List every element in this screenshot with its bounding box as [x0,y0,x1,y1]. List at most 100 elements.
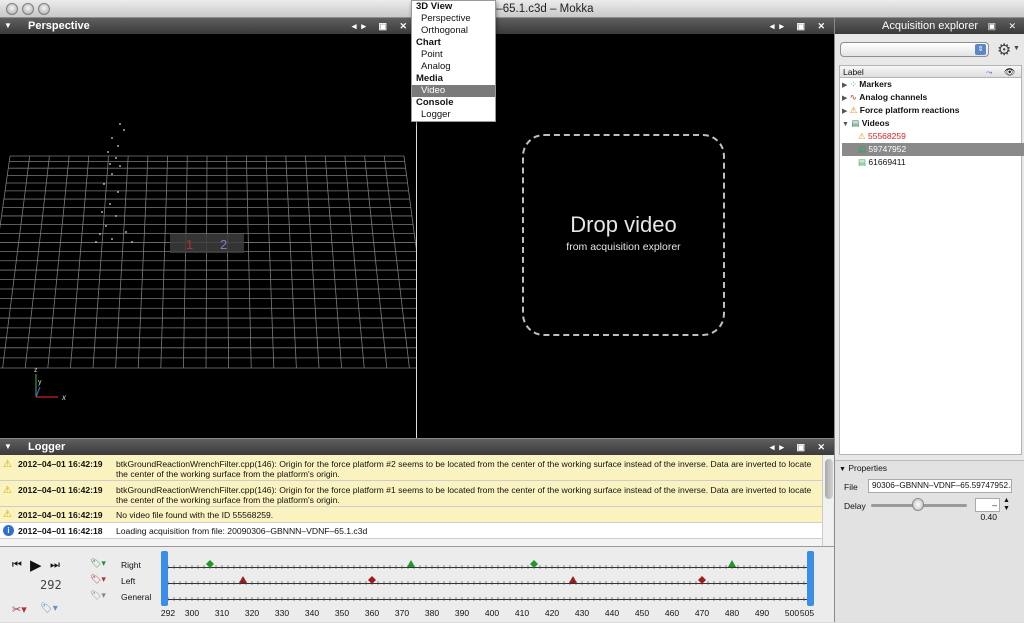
log-row[interactable]: ⚠ 2012–04–01 16:42:19 btkGroundReactionW… [0,481,822,507]
properties-header[interactable]: ▼ Properties [839,463,887,473]
frame-tick-label: 292 [160,608,176,618]
frame-tick-label: 410 [514,608,530,618]
force-platform [170,234,244,253]
zoom-window-icon[interactable] [38,3,50,15]
tree-item-videos[interactable]: ▼ ▤ Videos [842,117,1024,130]
menu-item-logger[interactable]: Logger [412,109,495,121]
gait-event-marker[interactable] [569,576,577,583]
delay-spinbox[interactable]: –0.40 [975,498,1000,522]
dock-menu-icon[interactable]: ▼ [4,439,12,455]
file-label: File [844,482,858,492]
frame-tick-label: 480 [724,608,740,618]
frame-tick-label: 390 [454,608,470,618]
file-field[interactable]: 90306–GBNNN–VDNF–65.59747952.avi [868,479,1012,493]
floor-grid [0,155,416,369]
logger-title: Logger [28,441,66,453]
acquisition-explorer-panel: Acquisition explorer ▣ ✕ ⇕ ⚙ ▼ Label ⤳ 👁… [834,18,1024,622]
menu-item-orthogonal[interactable]: Orthogonal [412,25,495,37]
menu-item-analog[interactable]: Analog [412,61,495,73]
tree-item-markers[interactable]: ▶ ⁘ Markers [842,78,1024,91]
dock-buttons[interactable]: ◂▸ ▣ ✕ [770,18,830,34]
frame-tick-label: 460 [664,608,680,618]
scrollbar-thumb[interactable] [825,459,833,499]
gait-event-marker[interactable] [407,560,415,567]
frame-tick-label: 400 [484,608,500,618]
frame-tick-label: 450 [634,608,650,618]
film-icon: ▤ [858,157,867,167]
frame-tick-label: 440 [604,608,620,618]
axis-y-label: y [38,379,42,386]
minimize-window-icon[interactable] [22,3,34,15]
frame-tick-label: 420 [544,608,560,618]
perspective-viewport[interactable]: 1 2 z y x [0,34,416,438]
video-warning-icon: ⚠ [858,131,866,141]
gait-event-marker[interactable] [206,560,214,568]
log-row[interactable]: i 2012–04–01 16:42:18 Loading acquisitio… [0,523,822,539]
analog-icon: ∿ [849,92,857,102]
force-platform-2-label: 2 [220,237,227,252]
frame-tick-label: 360 [364,608,380,618]
explorer-title: Acquisition explorer [882,20,978,32]
frame-tick-label: 470 [694,608,710,618]
menu-heading-chart: Chart [416,37,441,48]
force-platform-1-label: 1 [186,237,193,252]
close-window-icon[interactable] [6,3,18,15]
tree-item-video-61669411[interactable]: ▤ 61669411 [842,156,1024,169]
perspective-panel: ▼ Perspective ◂▸ ▣ ✕ 1 2 z y x [0,18,416,438]
frame-tick-label: 310 [214,608,230,618]
delay-label: Delay [844,501,866,511]
warning-icon: ⚠ [3,509,12,520]
axis-z-label: z [34,367,38,374]
acquisition-select[interactable]: ⇕ [840,42,989,57]
gait-event-marker[interactable] [728,560,736,567]
axis-gizmo: z y x [34,367,67,402]
menu-heading-console: Console [416,97,454,108]
tree-item-force-platform-reactions[interactable]: ▶ ⚠ Force platform reactions [842,104,1024,117]
frame-tick-label: 340 [304,608,320,618]
logger-scrollbar[interactable] [822,455,834,547]
properties-splitter[interactable] [835,455,1024,459]
perspective-dock-bar: ▼ Perspective ◂▸ ▣ ✕ [0,18,416,34]
warning-icon: ⚠ [3,485,12,496]
menu-heading-3d-view: 3D View [416,1,453,12]
dock-buttons[interactable]: ◂▸ ▣ ✕ [352,18,412,34]
gear-icon[interactable]: ⚙ [997,40,1011,60]
dock-menu-icon[interactable]: ▼ [4,18,12,34]
video-icon: ▤ [851,118,860,128]
delay-slider-handle[interactable] [912,498,924,511]
menu-item-video[interactable]: Video [412,85,495,97]
tree-item-video-59747952[interactable]: ▤ 59747952 [842,143,1024,156]
log-row[interactable]: ⚠ 2012–04–01 16:42:19 btkGroundReactionW… [0,455,822,481]
logger-dock-bar: ▼ Logger ◂▸ ▣ ✕ [0,439,834,455]
video-drop-zone[interactable]: Drop video from acquisition explorer [522,134,725,336]
range-start-handle[interactable] [161,551,168,606]
menu-item-perspective[interactable]: Perspective [412,13,495,25]
delay-stepper[interactable]: ▲ ▼ [1003,497,1010,513]
gait-event-marker[interactable] [368,576,376,584]
frame-tick-label: 350 [334,608,350,618]
view-type-menu: 3D View Perspective Orthogonal Chart Poi… [411,0,496,122]
explorer-tree[interactable]: Label ⤳ 👁 ▶ ⁘ Markers ▶ ∿ Analog channel… [839,65,1024,455]
eye-icon[interactable]: 👁 [1004,66,1015,78]
log-row[interactable]: ⚠ 2012–04–01 16:42:19 No video file foun… [0,507,822,523]
perspective-title: Perspective [28,20,90,32]
chevron-down-icon: ▼ [839,466,846,473]
gait-event-marker[interactable] [239,576,247,583]
gait-event-marker[interactable] [530,560,538,568]
frame-tick-label: 490 [754,608,770,618]
markers-icon: ⁘ [849,79,857,89]
chevron-down-icon[interactable]: ▼ [1013,45,1020,52]
tree-item-video-55568259[interactable]: ⚠ 55568259 [842,130,1024,143]
properties-panel: ▼ Properties File 90306–GBNNN–VDNF–65.59… [835,460,1024,622]
tree-item-analog-channels[interactable]: ▶ ∿ Analog channels [842,91,1024,104]
gait-event-marker[interactable] [698,576,706,584]
film-icon: ▤ [858,144,867,154]
info-icon: i [3,525,14,536]
menu-item-point[interactable]: Point [412,49,495,61]
drop-video-title: Drop video [570,212,677,237]
dock-buttons[interactable]: ▣ ✕ [987,18,1021,34]
frame-tick-label: 330 [274,608,290,618]
dock-buttons[interactable]: ◂▸ ▣ ✕ [770,439,830,455]
chevron-updown-icon: ⇕ [975,44,986,55]
range-end-handle[interactable] [807,551,814,606]
